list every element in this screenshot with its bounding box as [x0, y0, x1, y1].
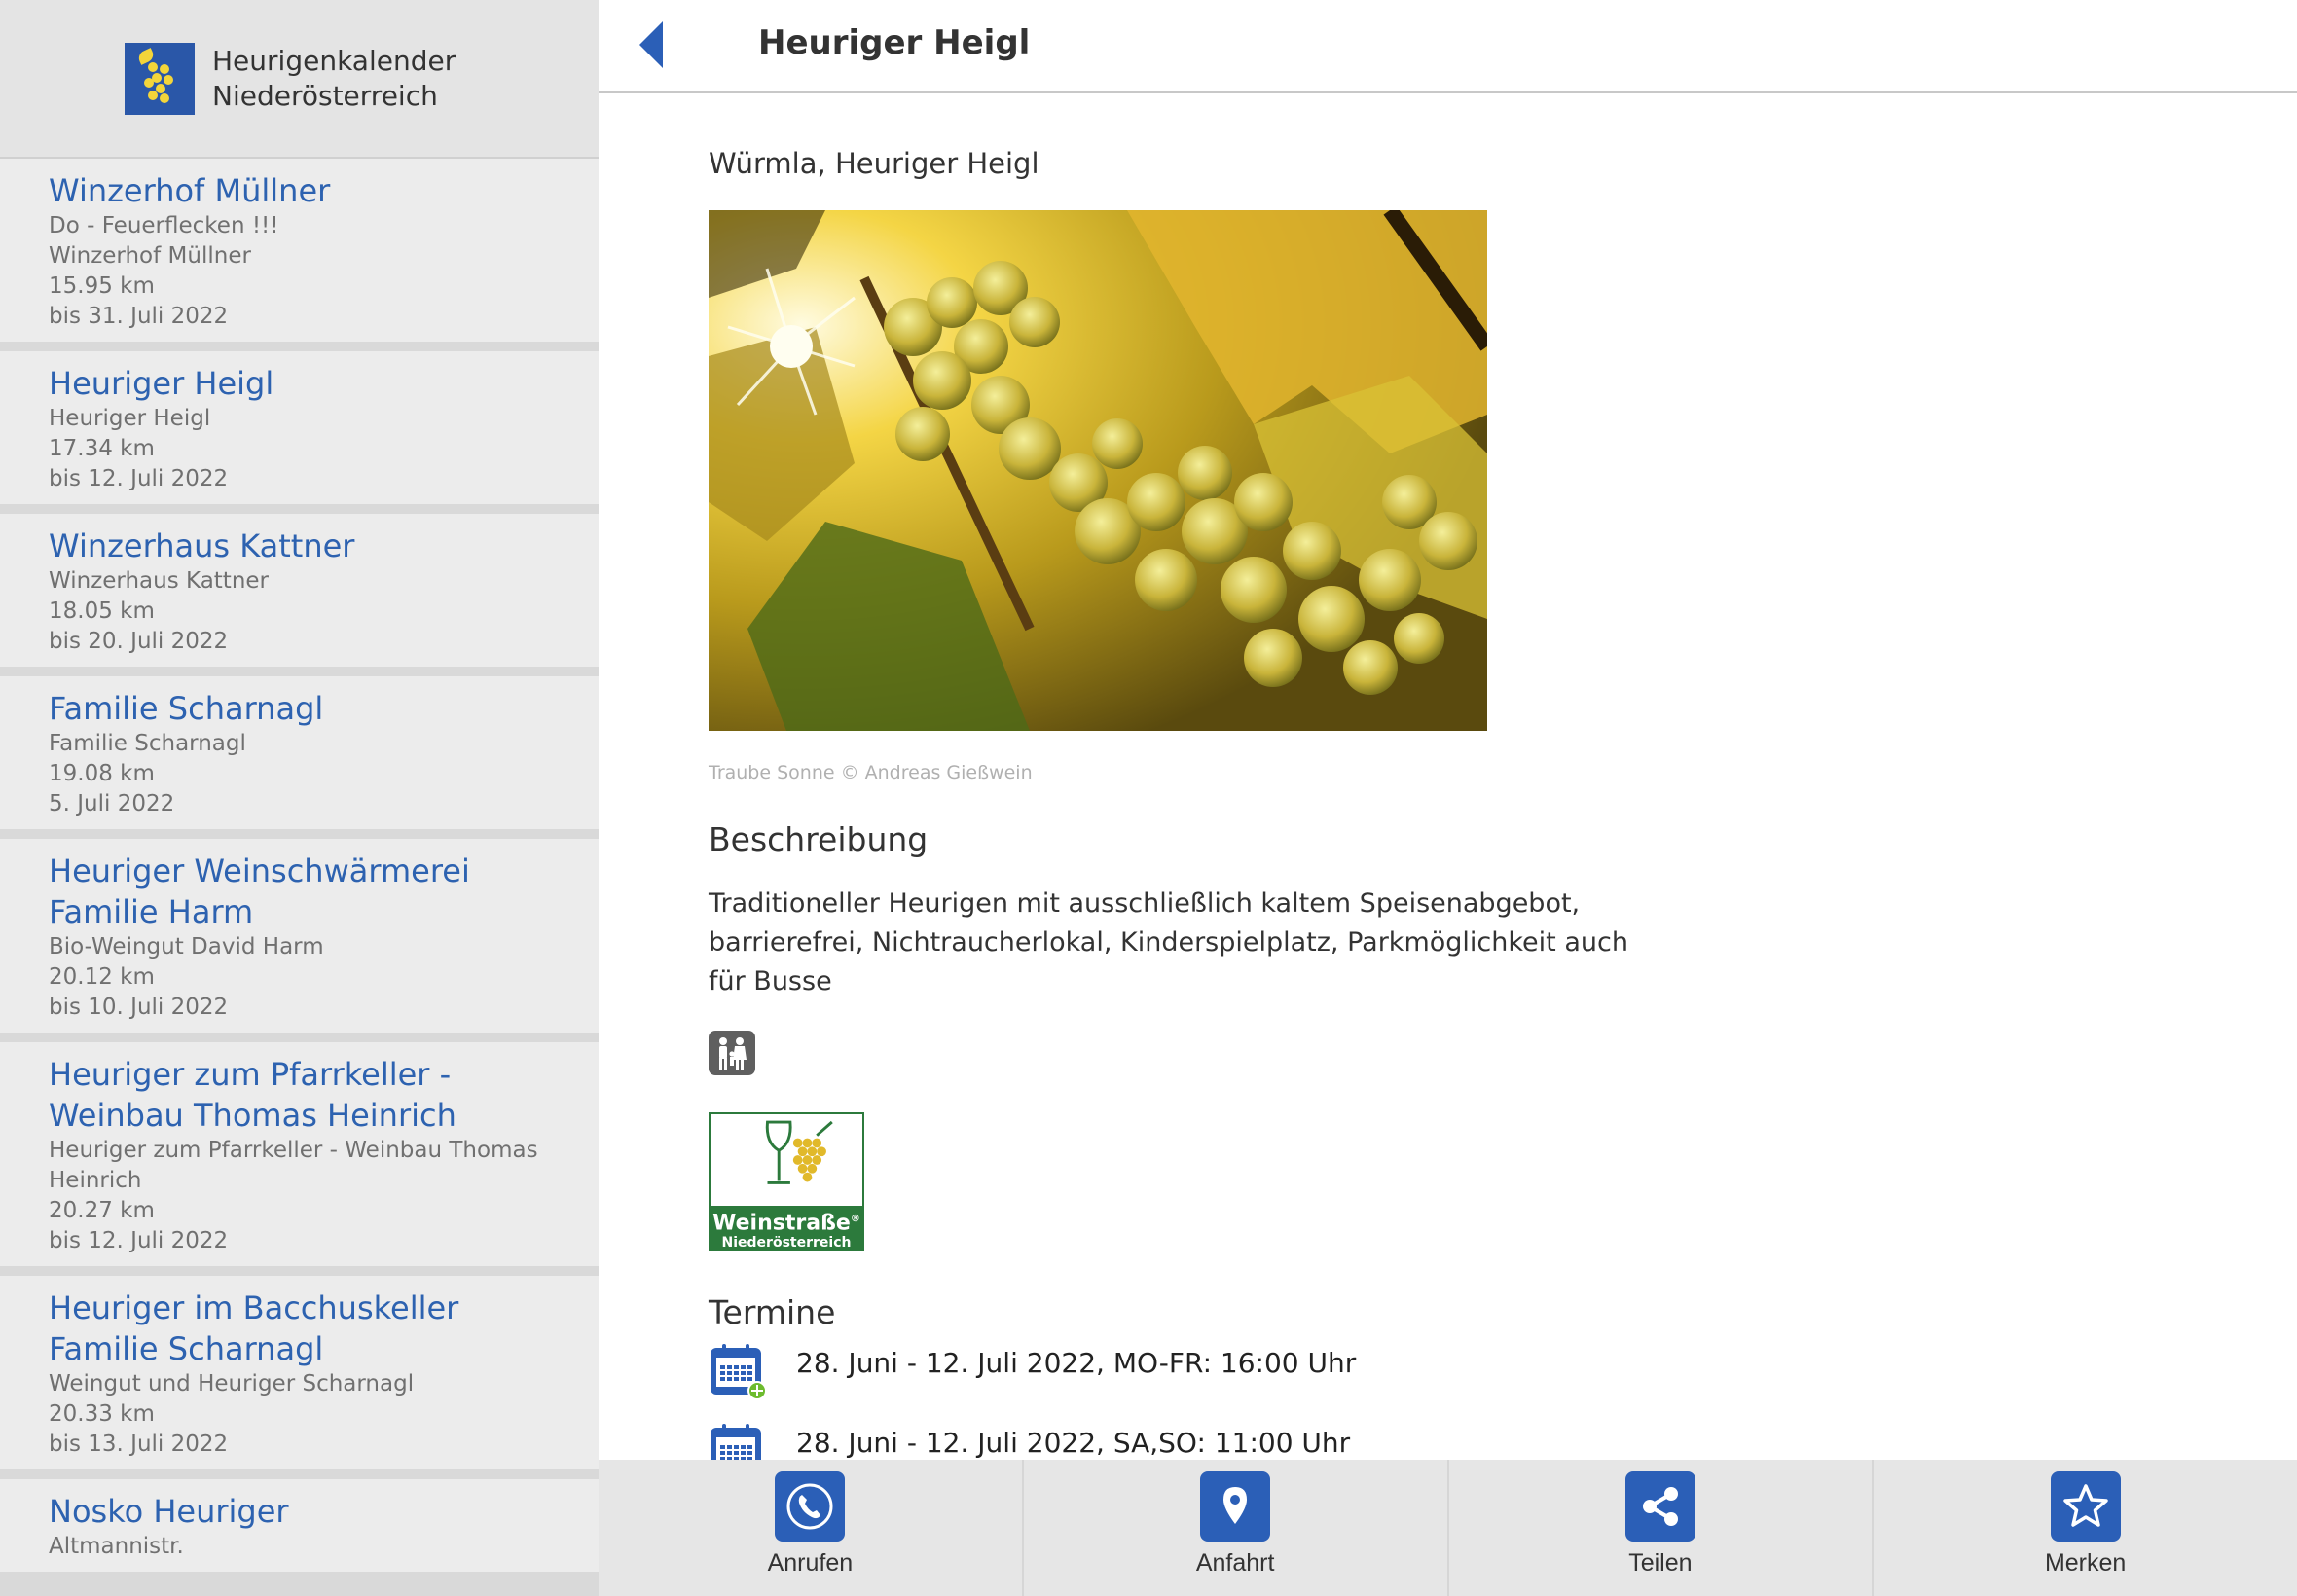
- list-item-address: Altmannistr.: [49, 1534, 184, 1559]
- list-item-date: bis 10. Juli 2022: [49, 995, 229, 1020]
- list-item[interactable]: Heuriger Weinschwärmerei Familie Harm Bi…: [0, 839, 599, 1033]
- list-item-title[interactable]: Heuriger im Bacchuskeller Familie Scharn…: [49, 1288, 550, 1369]
- weinstrasse-logo: Weinstraße® Niederösterreich: [709, 1112, 864, 1251]
- list-item-distance: 19.08 km: [49, 761, 155, 786]
- directions-label: Anfahrt: [1195, 1549, 1275, 1577]
- back-button[interactable]: [634, 18, 682, 72]
- list-item-title[interactable]: Winzerhaus Kattner: [49, 526, 550, 566]
- list-item[interactable]: Heuriger zum Pfarrkeller - Weinbau Thoma…: [0, 1042, 599, 1266]
- weinstrasse-name: Weinstraße: [712, 1211, 851, 1236]
- bottom-toolbar: Anrufen Anfahrt Teilen Merken: [599, 1460, 2297, 1596]
- detail-header: Heuriger Heigl: [599, 0, 2297, 93]
- call-label: Anrufen: [767, 1549, 854, 1577]
- list-item-title[interactable]: Heuriger zum Pfarrkeller - Weinbau Thoma…: [49, 1054, 550, 1136]
- termine-heading: Termine: [709, 1293, 836, 1331]
- list-item-subtitle: Do - Feuerflecken !!!: [49, 213, 279, 238]
- list-item-distance: 15.95 km: [49, 273, 155, 299]
- list-item-distance: 20.12 km: [49, 964, 155, 990]
- list-item-address: Familie Scharnagl: [49, 731, 246, 756]
- list-item[interactable]: Winzerhof Müllner Do - Feuerflecken !!! …: [0, 159, 599, 342]
- list-item-title[interactable]: Nosko Heuriger: [49, 1491, 550, 1532]
- list-item-date: bis 31. Juli 2022: [49, 304, 229, 329]
- list-item-distance: 20.27 km: [49, 1198, 155, 1223]
- app-window: Heurigenkalender Niederösterreich Winzer…: [0, 0, 2297, 1596]
- detail-content: Würmla, Heuriger Heigl Traube Sonne © An…: [709, 93, 2266, 1460]
- sidebar-header: Heurigenkalender Niederösterreich: [0, 0, 599, 159]
- add-to-calendar-icon[interactable]: [709, 1342, 767, 1400]
- share-button[interactable]: Teilen: [1449, 1460, 1875, 1596]
- list-item-title[interactable]: Heuriger Heigl: [49, 363, 550, 404]
- list-item[interactable]: Familie Scharnagl Familie Scharnagl 19.0…: [0, 676, 599, 829]
- weinstrasse-region: Niederösterreich: [721, 1235, 852, 1251]
- list-item[interactable]: Heuriger Heigl Heuriger Heigl 17.34 km b…: [0, 351, 599, 504]
- list-item-address: Bio-Weingut David Harm: [49, 934, 324, 960]
- termin-text: 28. Juni - 12. Juli 2022, SA,SO: 11:00 U…: [796, 1427, 1351, 1459]
- phone-icon: [775, 1471, 846, 1542]
- page-title: Heuriger Heigl: [758, 23, 1031, 62]
- termin-row: 28. Juni - 12. Juli 2022, SA,SO: 11:00 U…: [709, 1422, 2266, 1460]
- family-icon: [709, 1031, 755, 1075]
- list-item-address: Winzerhof Müllner: [49, 243, 251, 269]
- list-item-date: bis 12. Juli 2022: [49, 466, 229, 491]
- list-item-title[interactable]: Heuriger Weinschwärmerei Familie Harm: [49, 851, 550, 932]
- app-title-line1: Heurigenkalender: [212, 44, 456, 77]
- back-arrow-icon: [639, 21, 663, 68]
- termin-row: 28. Juni - 12. Juli 2022, MO-FR: 16:00 U…: [709, 1342, 2266, 1414]
- list-item-address: Heuriger Heigl: [49, 406, 211, 431]
- photo-caption: Traube Sonne © Andreas Gießwein: [709, 762, 1033, 783]
- list-item-date: bis 20. Juli 2022: [49, 629, 229, 654]
- registered-mark: ®: [850, 1214, 860, 1224]
- list-item-date: 5. Juli 2022: [49, 791, 175, 816]
- list-item-date: bis 13. Juli 2022: [49, 1432, 229, 1457]
- grape-photo: [709, 210, 1487, 731]
- app-title: Heurigenkalender Niederösterreich: [212, 44, 456, 114]
- heurigen-list: Winzerhof Müllner Do - Feuerflecken !!! …: [0, 159, 599, 1572]
- location-text: Würmla, Heuriger Heigl: [709, 147, 1039, 180]
- sidebar: Heurigenkalender Niederösterreich Winzer…: [0, 0, 599, 1596]
- list-item-distance: 18.05 km: [49, 598, 155, 624]
- bookmark-button[interactable]: Merken: [1874, 1460, 2297, 1596]
- grape-logo-icon: [125, 42, 195, 115]
- directions-button[interactable]: Anfahrt: [1024, 1460, 1449, 1596]
- add-to-calendar-icon[interactable]: [709, 1422, 767, 1460]
- description-text: Traditioneller Heurigen mit ausschließli…: [709, 889, 1628, 997]
- weinstrasse-band: Weinstraße® Niederösterreich: [711, 1206, 862, 1251]
- list-item-address: Weingut und Heuriger Scharnagl: [49, 1371, 415, 1396]
- list-item[interactable]: Winzerhaus Kattner Winzerhaus Kattner 18…: [0, 514, 599, 667]
- share-icon: [1624, 1471, 1695, 1542]
- call-button[interactable]: Anrufen: [599, 1460, 1024, 1596]
- list-item-title[interactable]: Familie Scharnagl: [49, 688, 550, 729]
- map-pin-icon: [1200, 1471, 1271, 1542]
- list-item[interactable]: Heuriger im Bacchuskeller Familie Scharn…: [0, 1276, 599, 1469]
- detail-panel: Heuriger Heigl Würmla, Heuriger Heigl Tr…: [599, 0, 2297, 1460]
- star-icon: [2050, 1471, 2121, 1542]
- list-item-distance: 20.33 km: [49, 1401, 155, 1427]
- list-item-date: bis 12. Juli 2022: [49, 1228, 229, 1253]
- app-title-line2: Niederösterreich: [212, 79, 438, 112]
- list-item-distance: 17.34 km: [49, 436, 155, 461]
- termin-text: 28. Juni - 12. Juli 2022, MO-FR: 16:00 U…: [796, 1347, 1357, 1379]
- list-item-address: Winzerhaus Kattner: [49, 568, 270, 594]
- description-heading: Beschreibung: [709, 820, 929, 858]
- list-item-title[interactable]: Winzerhof Müllner: [49, 170, 550, 211]
- list-item-address: Heuriger zum Pfarrkeller - Weinbau Thoma…: [49, 1138, 538, 1193]
- list-item[interactable]: Nosko Heuriger Altmannistr.: [0, 1479, 599, 1572]
- share-label: Teilen: [1628, 1549, 1693, 1577]
- bookmark-label: Merken: [2044, 1549, 2127, 1577]
